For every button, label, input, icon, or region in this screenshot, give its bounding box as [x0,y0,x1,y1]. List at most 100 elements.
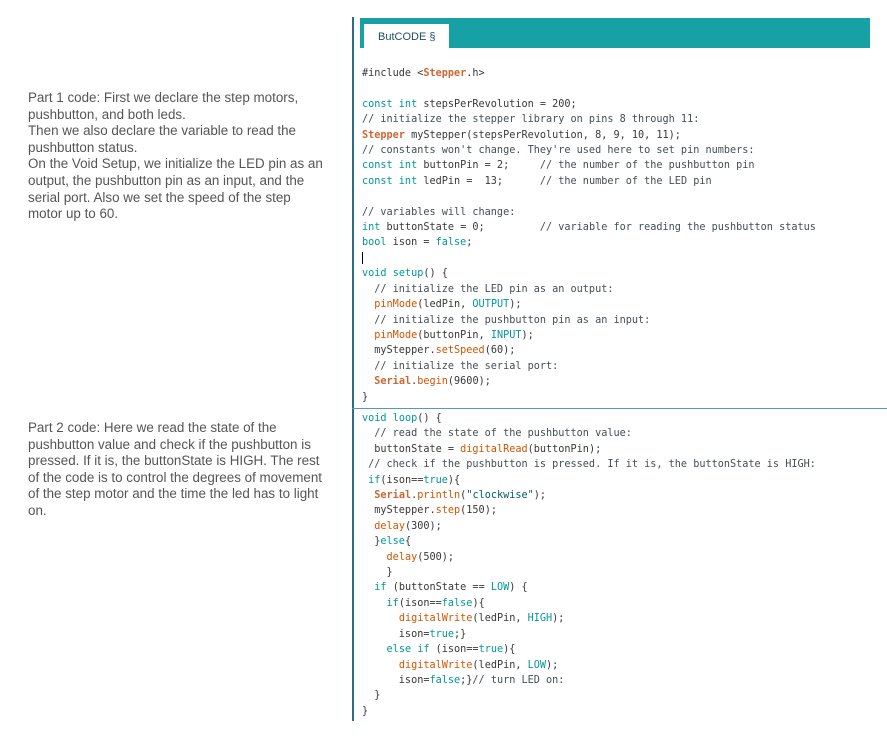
code-token: buttonState = [362,443,461,455]
code-token: ison = [386,237,436,249]
code-token: ; [466,237,473,249]
code-token: ); [509,299,522,311]
code-token: Stepper [423,68,467,79]
code-token: (9600); [447,376,491,388]
code-token: const int [362,160,418,172]
code-token: ); [521,329,534,341]
code-section-divider [352,408,887,409]
code-token: { [404,536,412,548]
code-token: buttonState = 0; [380,222,540,234]
editor-tab-bar: ButCODE § [360,18,870,48]
code-token: pinMode [374,329,418,341]
code-token: true [429,628,455,640]
code-token: LOW [527,659,547,671]
code-line: void loop() { [362,411,816,426]
code-block-part1[interactable]: #include <Stepper.h> const int stepsPerR… [362,66,816,405]
code-token: true [423,474,448,486]
code-token: void [362,268,387,280]
code-token: } [362,567,393,579]
part2-description: Part 2 code: Here we read the state of t… [28,420,328,520]
code-line: } [362,704,816,719]
code-token: .h> [466,68,485,79]
code-token: // variables will change: [362,206,516,218]
code-token: ){ [503,644,516,656]
code-line: if(ison==false){ [362,596,816,611]
code-token: if [386,597,399,609]
code-token: // initialize the pushbutton pin as an i… [362,314,651,326]
code-token: (ledPin, [417,299,473,311]
part1-desc-line: Part 1 code: First we declare the step m… [28,90,299,122]
code-token: ison= [362,674,430,686]
code-token: // check if the pushbutton is pressed. I… [362,459,816,471]
code-token: digitalWrite [398,613,473,625]
code-token: } [362,705,369,717]
code-token: ){ [447,474,461,486]
code-token: begin [417,376,448,388]
code-token: (150); [460,505,497,517]
code-line: } [362,565,816,580]
code-token: (500); [417,551,455,563]
code-token: Serial [374,376,412,388]
code-token: Serial [374,490,412,502]
code-token: ;} [454,628,467,640]
code-token: (buttonState == [386,582,491,594]
code-token: myStepper(stepsPerRevolution, 8, 9, 10, … [404,129,681,141]
code-token: myStepper. [362,345,436,357]
code-line: if(ison==true){ [362,473,816,488]
code-token: println [417,490,461,502]
vertical-divider [352,17,354,721]
tab-butcode[interactable]: ButCODE § [364,24,450,48]
code-line: digitalWrite(ledPin, HIGH); [362,611,816,626]
code-token: OUTPUT [472,299,510,311]
code-token: bool [362,237,387,249]
code-line: int buttonState = 0; // variable for rea… [362,220,816,235]
code-token: buttonPin = 2; [417,160,540,172]
code-line: // initialize the serial port: [362,359,816,374]
code-token: ); [533,490,547,502]
code-token: ); [552,613,565,625]
code-token: (ledPin, [472,659,528,671]
code-line: digitalWrite(ledPin, LOW); [362,658,816,673]
code-token: if [374,582,387,594]
code-token: false [429,674,461,686]
code-token: (60); [484,345,516,357]
code-token: myStepper. [362,505,436,517]
code-token: (ison== [398,597,442,609]
code-token: // initialize the stepper library on pin… [362,114,700,126]
code-token: ;} [460,674,473,686]
code-line: myStepper.setSpeed(60); [362,343,816,358]
code-token: if [368,474,381,486]
code-token: (ledPin, [472,613,528,625]
code-token: (300); [404,520,442,532]
code-token: ledPin = 13; [417,175,540,187]
code-line: const int stepsPerRevolution = 200; [362,97,816,112]
code-token: INPUT [490,329,522,341]
code-line: // read the state of the pushbutton valu… [362,426,816,441]
code-line: void setup() { [362,266,816,281]
code-line: pinMode(buttonPin, INPUT); [362,328,816,343]
code-token: digitalWrite [398,659,473,671]
code-line: buttonState = digitalRead(buttonPin); [362,442,816,457]
code-token: else [380,536,405,548]
code-line: Stepper myStepper(stepsPerRevolution, 8,… [362,128,816,143]
code-line: // variables will change: [362,205,816,220]
code-token: void [362,413,387,424]
code-line: Serial.begin(9600); [362,374,816,389]
code-line: // initialize the LED pin as an output: [362,282,816,297]
code-token: // turn LED on: [472,674,565,686]
code-token: (ison== [429,644,479,656]
code-line: } [362,688,816,703]
code-block-part2[interactable]: void loop() { // read the state of the p… [362,411,816,719]
code-token: step [435,505,461,517]
code-token: Stepper [362,129,405,141]
code-line: myStepper.step(150); [362,503,816,518]
code-token: } [362,690,381,702]
code-token: ); [546,659,559,671]
